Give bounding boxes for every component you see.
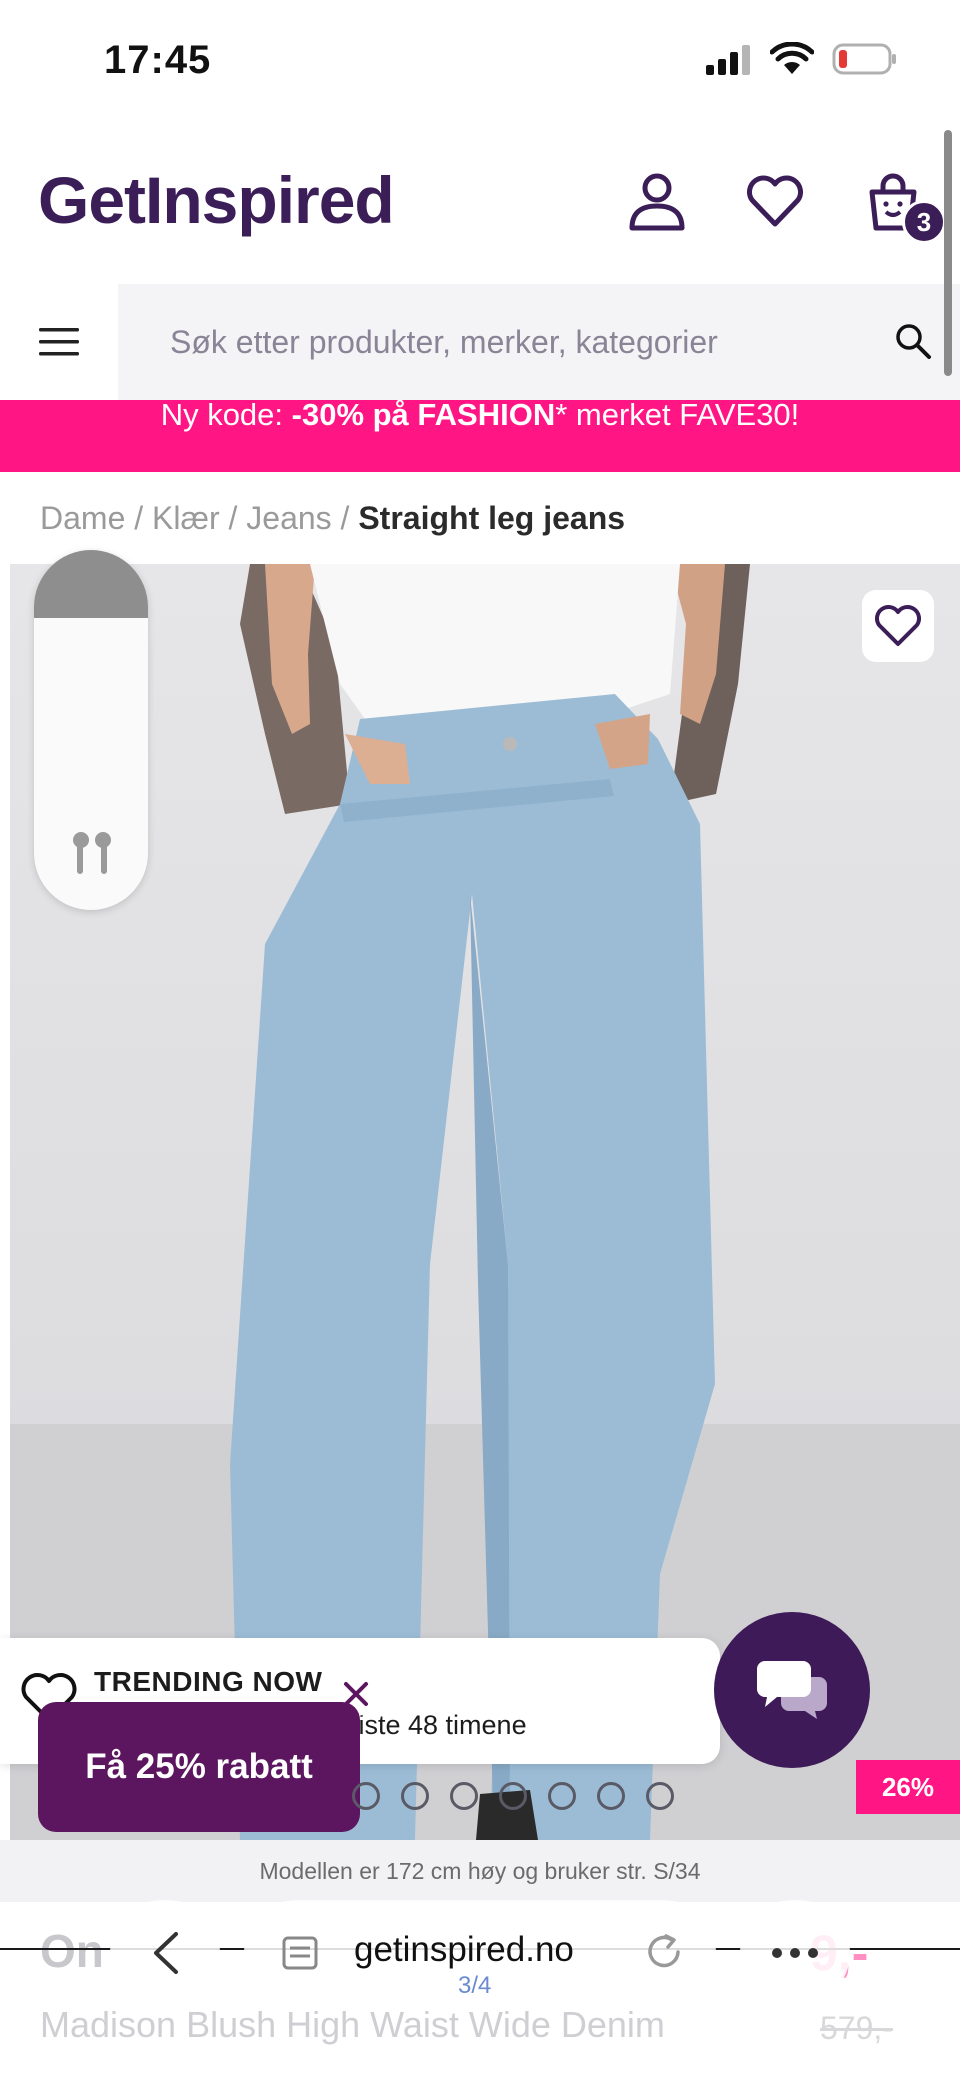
- carousel-dots: [352, 1782, 674, 1810]
- status-icons: [704, 42, 898, 76]
- wishlist-heart-icon[interactable]: [744, 170, 806, 232]
- carousel-dot[interactable]: [548, 1782, 576, 1810]
- menu-button[interactable]: [0, 284, 118, 400]
- chat-button[interactable]: [714, 1612, 870, 1768]
- breadcrumb-current: Straight leg jeans: [358, 500, 626, 536]
- chat-bubbles-icon: [757, 1661, 827, 1719]
- site-header: GetInspired 3: [0, 128, 960, 284]
- scrollbar[interactable]: [944, 130, 952, 376]
- browser-toolbar: getinspired.no 3/4: [0, 1890, 960, 2010]
- volume-level-fill: [34, 550, 148, 618]
- volume-hud: [34, 550, 148, 910]
- get-discount-button[interactable]: Få 25% rabatt: [38, 1702, 360, 1832]
- page-indicator: 3/4: [458, 1972, 492, 1999]
- battery-icon: [832, 43, 896, 75]
- promo-prefix: Ny kode:: [160, 397, 292, 432]
- carousel-dot[interactable]: [597, 1782, 625, 1810]
- product-old-price: 579,-: [820, 2010, 893, 2046]
- cellular-signal-icon: [706, 45, 750, 75]
- reload-icon[interactable]: [642, 1930, 686, 1974]
- browser-more-button[interactable]: [740, 1900, 850, 2006]
- search-row: [0, 284, 960, 400]
- chevron-left-icon: [154, 1932, 178, 1974]
- address-bar[interactable]: getinspired.no 3/4: [244, 1900, 716, 2006]
- breadcrumb-separator: /: [125, 500, 153, 536]
- url-text: getinspired.no: [354, 1930, 574, 1969]
- hamburger-menu-icon: [39, 328, 79, 356]
- breadcrumb-item[interactable]: Klær: [152, 500, 220, 536]
- product-name: Madison Blush High Waist Wide Denim: [40, 2004, 665, 2045]
- status-bar: 17:45: [0, 0, 960, 128]
- carousel-dot[interactable]: [450, 1782, 478, 1810]
- discount-percent-badge: 26%: [856, 1760, 960, 1814]
- promo-highlight: -30% på FASHION: [291, 397, 556, 432]
- carousel-dot[interactable]: [499, 1782, 527, 1810]
- carousel-dot[interactable]: [352, 1782, 380, 1810]
- wifi-icon: [770, 42, 814, 74]
- carousel-dot[interactable]: [401, 1782, 429, 1810]
- breadcrumb-separator: /: [219, 500, 247, 536]
- heart-outline-icon: [875, 605, 921, 646]
- account-icon[interactable]: [626, 170, 688, 232]
- reader-mode-icon: [282, 1936, 318, 1970]
- more-dots-icon: [772, 1948, 818, 1958]
- promo-banner[interactable]: Ny kode: -30% på FASHION* merket FAVE30!: [0, 397, 960, 472]
- trending-subtitle: siste 48 timene: [345, 1710, 527, 1740]
- breadcrumb-separator: /: [331, 500, 359, 536]
- breadcrumb-item[interactable]: Dame: [40, 500, 125, 536]
- cart-count-badge: 3: [902, 200, 946, 244]
- trending-title: TRENDING NOW: [94, 1666, 323, 1697]
- airpods-icon: [73, 832, 111, 874]
- search-icon[interactable]: [894, 322, 932, 360]
- status-time: 17:45: [104, 38, 212, 82]
- carousel-dot[interactable]: [646, 1782, 674, 1810]
- site-logo[interactable]: GetInspired: [38, 162, 395, 238]
- promo-suffix: * merket FAVE30!: [555, 397, 800, 432]
- breadcrumb-item[interactable]: Jeans: [246, 500, 331, 536]
- search-input[interactable]: [118, 284, 960, 400]
- browser-back-button[interactable]: [110, 1900, 220, 2006]
- add-to-favorites-button[interactable]: [862, 590, 934, 662]
